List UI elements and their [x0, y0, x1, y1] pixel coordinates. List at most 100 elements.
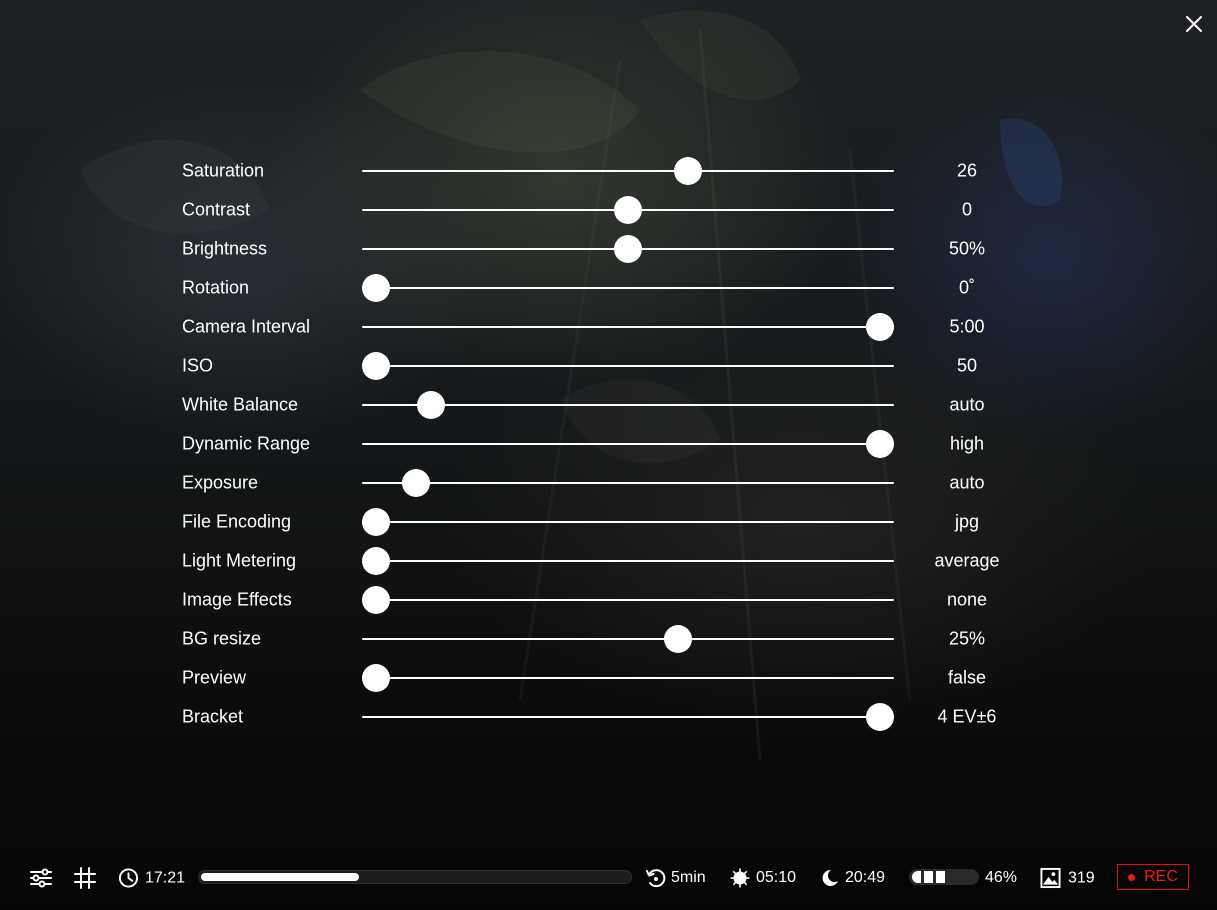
slider-thumb-preview[interactable] [362, 664, 390, 692]
sunset-time: 20:49 [845, 869, 886, 886]
setting-value-image-effects: none [946, 589, 988, 610]
clock-display: 17:21 [118, 868, 185, 889]
battery-text: 46% [985, 869, 1018, 886]
sun-icon [730, 868, 750, 888]
battery-percent: 46% [985, 869, 1017, 887]
setting-slider-camera-interval[interactable] [362, 313, 894, 341]
setting-label-preview: Preview [182, 667, 247, 688]
setting-label-brightness: Brightness [182, 238, 268, 259]
setting-slider-bg-resize[interactable] [362, 625, 894, 653]
setting-slider-image-effects[interactable] [362, 586, 894, 614]
setting-slider-preview[interactable] [362, 664, 894, 692]
setting-label-bracket: Bracket [182, 706, 244, 727]
setting-label-camera-interval: Camera Interval [182, 316, 311, 337]
setting-value-camera-interval: 5:00 [949, 316, 985, 337]
slider-thumb-camera-interval[interactable] [866, 313, 894, 341]
setting-row-bracket: Bracket 4 EV±6 [182, 698, 1052, 737]
setting-value-preview: false [947, 667, 987, 688]
setting-value-iso: 50 [956, 355, 978, 376]
setting-slider-contrast[interactable] [362, 196, 894, 224]
slider-thumb-dynamic-range[interactable] [866, 430, 894, 458]
setting-row-exposure: Exposure auto [182, 464, 1052, 503]
slider-thumb-saturation[interactable] [674, 157, 703, 185]
grid-button[interactable] [74, 867, 96, 889]
setting-row-light-metering: Light Metering average [182, 542, 1052, 581]
image-count: 319 [1068, 869, 1095, 886]
battery-segment [912, 871, 921, 883]
setting-label-saturation: Saturation [182, 160, 265, 181]
slider-thumb-contrast[interactable] [614, 196, 642, 224]
setting-value-file-encoding: jpg [954, 511, 980, 532]
setting-label-file-encoding: File Encoding [182, 511, 292, 532]
setting-slider-dynamic-range[interactable] [362, 430, 894, 458]
slider-thumb-iso[interactable] [362, 352, 390, 380]
setting-slider-bracket[interactable] [362, 703, 894, 731]
setting-value-saturation: 26 [956, 160, 978, 181]
setting-row-iso: ISO 50 [182, 347, 1052, 386]
setting-row-saturation: Saturation 26 [182, 152, 1052, 191]
capture-progress-bar [198, 870, 632, 884]
settings-panel: Saturation 26 Contrast 0 Brightness 50% Rotati… [0, 0, 1217, 780]
setting-slider-brightness[interactable] [362, 235, 894, 263]
setting-label-exposure: Exposure [182, 472, 259, 493]
setting-row-brightness: Brightness 50% [182, 230, 1052, 269]
setting-value-bg-resize: 25% [948, 628, 986, 649]
setting-value-exposure: auto [949, 472, 985, 493]
setting-label-bg-resize: BG resize [182, 628, 262, 649]
setting-value-contrast: 0 [961, 199, 972, 220]
setting-row-contrast: Contrast 0 [182, 191, 1052, 230]
record-label: REC [1144, 868, 1178, 885]
setting-slider-exposure[interactable] [362, 469, 894, 497]
setting-value-brightness: 50% [948, 238, 986, 259]
setting-slider-white-balance[interactable] [362, 391, 894, 419]
battery-segment [936, 871, 945, 883]
interval-display: 5min [645, 867, 706, 889]
setting-slider-rotation[interactable] [362, 274, 894, 302]
setting-value-rotation: 0˚ [958, 277, 975, 298]
moon-icon [822, 869, 838, 886]
setting-row-dynamic-range: Dynamic Range high [182, 425, 1052, 464]
clock-time: 17:21 [145, 869, 186, 886]
setting-value-white-balance: auto [949, 394, 985, 415]
setting-row-bg-resize: BG resize 25% [182, 620, 1052, 659]
setting-row-camera-interval: Camera Interval 5:00 [182, 308, 1052, 347]
setting-label-rotation: Rotation [182, 277, 250, 298]
setting-row-image-effects: Image Effects none [182, 581, 1052, 620]
slider-thumb-bracket[interactable] [866, 703, 894, 731]
timer-reset-icon [646, 869, 666, 888]
slider-thumb-light-metering[interactable] [362, 547, 390, 575]
setting-label-image-effects: Image Effects [182, 589, 292, 610]
setting-row-preview: Preview false [182, 659, 1052, 698]
slider-thumb-rotation[interactable] [362, 274, 390, 302]
setting-label-dynamic-range: Dynamic Range [182, 433, 311, 454]
record-button[interactable]: REC [1117, 864, 1189, 890]
sunrise-display: 05:10 [730, 868, 796, 888]
setting-label-white-balance: White Balance [182, 394, 299, 415]
sliders-icon [30, 868, 52, 888]
slider-thumb-white-balance[interactable] [417, 391, 446, 419]
setting-slider-saturation[interactable] [362, 157, 894, 185]
setting-label-iso: ISO [182, 355, 214, 376]
slider-thumb-brightness[interactable] [614, 235, 642, 263]
battery-icon [909, 869, 979, 885]
interval-text: 5min [671, 869, 706, 886]
slider-thumb-exposure[interactable] [402, 469, 431, 497]
grid-icon [74, 867, 96, 889]
sunset-display: 20:49 [819, 868, 885, 888]
setting-label-contrast: Contrast [182, 199, 251, 220]
setting-slider-iso[interactable] [362, 352, 894, 380]
slider-thumb-file-encoding[interactable] [362, 508, 390, 536]
setting-row-rotation: Rotation 0˚ [182, 269, 1052, 308]
image-count-display: 319 [1040, 867, 1095, 889]
setting-slider-light-metering[interactable] [362, 547, 894, 575]
settings-button[interactable] [30, 868, 52, 888]
setting-slider-file-encoding[interactable] [362, 508, 894, 536]
slider-thumb-bg-resize[interactable] [664, 625, 693, 653]
setting-row-white-balance: White Balance auto [182, 386, 1052, 425]
slider-thumb-image-effects[interactable] [362, 586, 390, 614]
setting-value-dynamic-range: high [949, 433, 985, 454]
setting-label-light-metering: Light Metering [182, 550, 297, 571]
battery-segment [924, 871, 933, 883]
record-dot-icon [1128, 873, 1136, 881]
status-bar: 17:21 5min 05:10 20:49 46% 319 REC [0, 855, 1217, 901]
